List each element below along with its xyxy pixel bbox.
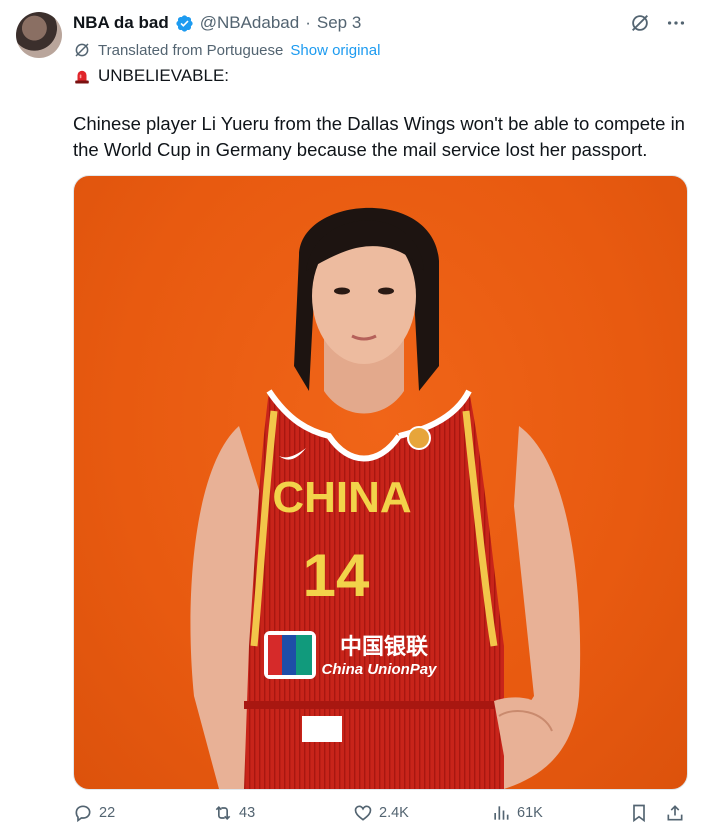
top-actions — [629, 12, 687, 34]
sponsor-en: China UnionPay — [321, 661, 437, 678]
author-handle[interactable]: @NBAdabad — [200, 13, 300, 33]
views-count: 61K — [517, 805, 543, 821]
tweet-actions: 22 43 2.4K 61K — [73, 803, 693, 829]
reply-button[interactable]: 22 — [73, 803, 115, 823]
repost-button[interactable]: 43 — [213, 803, 255, 823]
like-count: 2.4K — [379, 805, 409, 821]
repost-icon — [215, 805, 231, 821]
author-name[interactable]: NBA da bad — [73, 13, 169, 33]
bookmark-button[interactable] — [629, 803, 649, 823]
translation-label: Translated from Portuguese — [98, 41, 284, 59]
sponsor-cn: 中国银联 — [340, 635, 428, 660]
headline-text: UNBELIEVABLE: — [98, 66, 230, 85]
reply-count: 22 — [99, 805, 116, 821]
tweet-body: Chinese player Li Yueru from the Dallas … — [73, 113, 685, 160]
verified-badge-icon — [176, 14, 193, 32]
more-icon[interactable] — [665, 12, 687, 34]
tweet-media-photo[interactable]: CHINA 14 中国银联 China UnionPay — [73, 175, 688, 790]
author-avatar[interactable] — [16, 12, 62, 58]
separator: · — [305, 13, 311, 32]
jersey-number: 14 — [303, 542, 370, 609]
views-button[interactable]: 61K — [491, 803, 543, 823]
post-date[interactable]: Sep 3 — [317, 13, 361, 33]
like-button[interactable]: 2.4K — [353, 803, 409, 823]
jersey-text: CHINA — [272, 473, 411, 522]
reply-icon — [75, 805, 91, 823]
tweet-headline: UNBELIEVABLE: — [73, 66, 229, 86]
tweet-header: NBA da bad @NBAdabad · Sep 3 — [73, 12, 361, 34]
grok-icon[interactable] — [629, 12, 651, 34]
translation-notice: Translated from Portuguese Show original — [73, 41, 380, 59]
share-icon — [667, 805, 683, 821]
share-button[interactable] — [665, 803, 685, 823]
like-icon — [354, 805, 372, 821]
siren-icon — [75, 70, 89, 84]
translate-icon — [75, 43, 89, 57]
views-icon — [494, 806, 509, 820]
repost-count: 43 — [239, 805, 256, 821]
show-original-link[interactable]: Show original — [290, 42, 380, 59]
player-photo: CHINA 14 中国银联 China UnionPay — [190, 207, 581, 789]
bookmark-icon — [633, 804, 645, 823]
